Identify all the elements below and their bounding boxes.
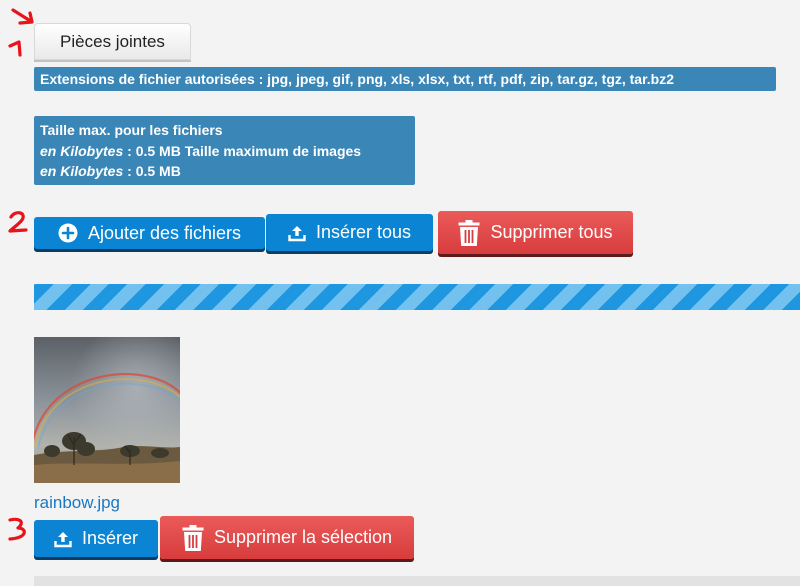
max-size-files-value: : 0.5 MB Taille maximum de images <box>123 142 362 159</box>
add-files-label: Ajouter des fichiers <box>87 222 242 243</box>
file-thumbnail[interactable] <box>34 337 180 483</box>
trash-icon <box>458 219 480 246</box>
rainbow-image <box>34 337 180 483</box>
max-size-files-line: en Kilobytes : 0.5 MB Taille maximum de … <box>40 141 409 162</box>
delete-all-label: Supprimer tous <box>490 222 613 242</box>
annotation-number-2 <box>8 211 28 233</box>
insert-all-label: Insérer tous <box>315 222 412 242</box>
insert-label: Insérer <box>81 528 139 548</box>
upload-progress-bar <box>34 284 800 310</box>
max-size-images-value: : 0.5 MB <box>123 163 181 179</box>
unit-label: en Kilobytes <box>40 163 124 179</box>
trash-icon <box>182 524 204 551</box>
plus-circle-icon <box>58 223 78 243</box>
delete-selection-button[interactable]: Supprimer la sélection <box>160 516 414 559</box>
attachments-tab[interactable]: Pièces jointes <box>34 23 191 60</box>
insert-all-button[interactable]: Insérer tous <box>266 214 433 251</box>
annotation-number-1 <box>8 40 22 57</box>
annotation-number-3 <box>8 517 26 541</box>
upload-icon <box>288 225 306 241</box>
filename-link[interactable]: rainbow.jpg <box>34 493 120 513</box>
bottom-panel <box>34 576 800 586</box>
add-files-button[interactable]: Ajouter des fichiers <box>34 217 265 249</box>
upload-icon <box>54 531 72 547</box>
max-size-title: Taille max. pour les fichiers <box>40 122 223 138</box>
delete-selection-label: Supprimer la sélection <box>213 527 393 547</box>
max-size-info: Taille max. pour les fichiers en Kilobyt… <box>34 116 415 185</box>
insert-button[interactable]: Insérer <box>34 520 158 557</box>
delete-all-button[interactable]: Supprimer tous <box>438 211 633 254</box>
allowed-extensions-info: Extensions de fichier autorisées : jpg, … <box>34 67 776 91</box>
unit-label: en Kilobytes <box>40 142 124 159</box>
max-size-images-line: en Kilobytes : 0.5 MB <box>40 161 409 182</box>
